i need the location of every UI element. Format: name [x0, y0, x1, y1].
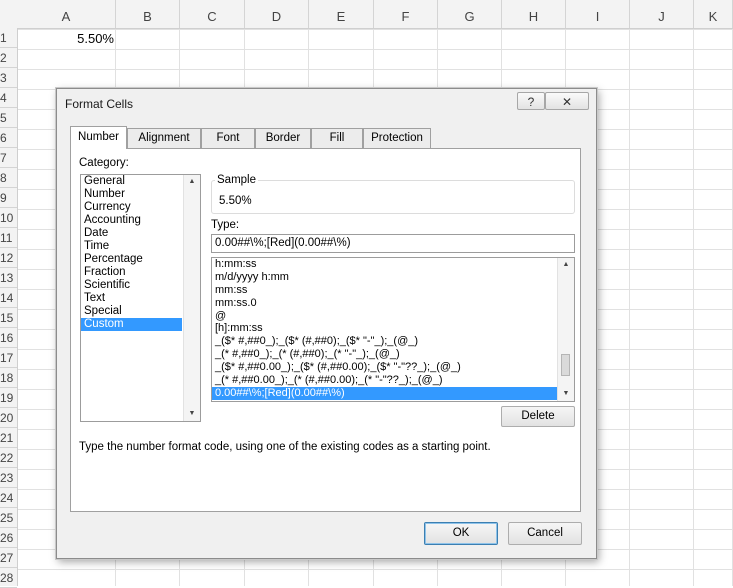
- row-header-7[interactable]: 7: [0, 148, 17, 168]
- scroll-down-arrow-icon[interactable]: ▼: [558, 387, 574, 401]
- dialog-titlebar[interactable]: Format Cells ? ✕: [57, 89, 596, 119]
- format-code-item[interactable]: 0.00##\%;[Red](0.00##\%): [212, 386, 557, 400]
- column-header-k[interactable]: K: [694, 0, 733, 28]
- format-code-items: h:mm:ss m/d/yyyy h:mm mm:ss mm:ss.0 @ [h]:mm:…: [212, 258, 557, 400]
- row-header-9[interactable]: 9: [0, 188, 17, 208]
- delete-button[interactable]: Delete: [501, 406, 575, 427]
- row-header-5[interactable]: 5: [0, 108, 17, 128]
- ok-button[interactable]: OK: [424, 522, 498, 545]
- format-code-item[interactable]: @: [212, 310, 557, 323]
- row-header-bar: 1 2 3 4 5 6 7 8 9 10 11 12 13 14 15 16 17 18 19 20 21 22 23 24 2…: [0, 28, 18, 588]
- column-header-i[interactable]: I: [566, 0, 630, 28]
- column-header-c[interactable]: C: [180, 0, 245, 28]
- format-code-item[interactable]: m/d/yyyy h:mm: [212, 271, 557, 284]
- row-header-19[interactable]: 19: [0, 388, 17, 408]
- format-code-item[interactable]: _(* #,##0_);_(* (#,##0);_(* "-"_);_(@_): [212, 348, 557, 361]
- row-header-18[interactable]: 18: [0, 368, 17, 388]
- row-header-11[interactable]: 11: [0, 228, 17, 248]
- row-header-23[interactable]: 23: [0, 468, 17, 488]
- scroll-thumb[interactable]: [561, 354, 570, 376]
- format-list-scrollbar[interactable]: ▲ ▼: [557, 258, 574, 401]
- format-code-item[interactable]: [h]:mm:ss: [212, 322, 557, 335]
- cell-a1[interactable]: 5.50%: [18, 29, 116, 48]
- help-button[interactable]: ?: [517, 92, 545, 110]
- row-header-25[interactable]: 25: [0, 508, 17, 528]
- row-header-2[interactable]: 2: [0, 48, 17, 68]
- column-header-b[interactable]: B: [116, 0, 180, 28]
- type-input[interactable]: 0.00##\%;[Red](0.00##\%): [211, 234, 575, 253]
- row-header-28[interactable]: 28: [0, 568, 17, 588]
- format-code-item[interactable]: h:mm:ss: [212, 258, 557, 271]
- row-header-3[interactable]: 3: [0, 68, 17, 88]
- tab-fill[interactable]: Fill: [311, 128, 363, 148]
- close-icon: ✕: [561, 95, 573, 109]
- dialog-title: Format Cells: [65, 97, 134, 111]
- column-header-f[interactable]: F: [374, 0, 438, 28]
- tab-font[interactable]: Font: [201, 128, 255, 148]
- column-header-a[interactable]: A: [17, 0, 116, 28]
- format-description: Type the number format code, using one o…: [79, 441, 491, 453]
- scroll-up-arrow-icon[interactable]: ▲: [558, 258, 574, 272]
- row-header-15[interactable]: 15: [0, 308, 17, 328]
- category-label: Category:: [79, 157, 129, 169]
- sample-value: 5.50%: [219, 195, 252, 207]
- row-header-1[interactable]: 1: [0, 28, 17, 48]
- row-header-27[interactable]: 27: [0, 548, 17, 568]
- row-header-26[interactable]: 26: [0, 528, 17, 548]
- format-code-item[interactable]: _(* #,##0.00_);_(* (#,##0.00);_(* "-"??_…: [212, 374, 557, 387]
- tab-number[interactable]: Number: [70, 126, 127, 149]
- row-header-12[interactable]: 12: [0, 248, 17, 268]
- sample-group: [211, 180, 575, 214]
- gridline: [629, 29, 630, 586]
- close-button[interactable]: ✕: [545, 92, 589, 110]
- format-code-item[interactable]: mm:ss.0: [212, 297, 557, 310]
- column-header-h[interactable]: H: [502, 0, 566, 28]
- help-icon: ?: [527, 95, 535, 109]
- row-header-22[interactable]: 22: [0, 448, 17, 468]
- row-header-6[interactable]: 6: [0, 128, 17, 148]
- format-code-listbox[interactable]: h:mm:ss m/d/yyyy h:mm mm:ss mm:ss.0 @ [h]:mm:…: [211, 257, 575, 402]
- type-label: Type:: [211, 219, 240, 231]
- tab-border[interactable]: Border: [255, 128, 311, 148]
- number-tab-panel: Category: General Number Currency Accountin…: [70, 148, 581, 512]
- format-code-item[interactable]: mm:ss: [212, 284, 557, 297]
- row-header-24[interactable]: 24: [0, 488, 17, 508]
- sample-label: Sample: [215, 174, 258, 186]
- column-header-d[interactable]: D: [245, 0, 309, 28]
- scroll-down-arrow-icon[interactable]: ▼: [184, 407, 200, 421]
- format-code-item[interactable]: _($* #,##0.00_);_($* (#,##0.00);_($* "-"…: [212, 361, 557, 374]
- cancel-button[interactable]: Cancel: [508, 522, 582, 545]
- category-item-custom[interactable]: Custom: [81, 318, 182, 331]
- format-cells-dialog: Format Cells ? ✕ Number Alignment Font B…: [56, 88, 597, 559]
- category-listbox[interactable]: General Number Currency Accounting Date Time P…: [80, 174, 201, 422]
- row-header-8[interactable]: 8: [0, 168, 17, 188]
- row-header-10[interactable]: 10: [0, 208, 17, 228]
- category-scrollbar[interactable]: ▲ ▼: [183, 175, 200, 421]
- gridline: [693, 29, 694, 586]
- row-header-16[interactable]: 16: [0, 328, 17, 348]
- column-header-j[interactable]: J: [630, 0, 694, 28]
- column-header-bar: ABCDEFGHIJK: [0, 0, 733, 29]
- scroll-up-arrow-icon[interactable]: ▲: [184, 175, 200, 189]
- row-header-4[interactable]: 4: [0, 88, 17, 108]
- row-header-14[interactable]: 14: [0, 288, 17, 308]
- row-header-20[interactable]: 20: [0, 408, 17, 428]
- column-header-e[interactable]: E: [309, 0, 374, 28]
- row-header-13[interactable]: 13: [0, 268, 17, 288]
- format-code-item[interactable]: _($* #,##0_);_($* (#,##0);_($* "-"_);_(@…: [212, 335, 557, 348]
- row-header-21[interactable]: 21: [0, 428, 17, 448]
- column-header-g[interactable]: G: [438, 0, 502, 28]
- row-header-17[interactable]: 17: [0, 348, 17, 368]
- tab-alignment[interactable]: Alignment: [127, 128, 201, 148]
- tab-protection[interactable]: Protection: [363, 128, 431, 148]
